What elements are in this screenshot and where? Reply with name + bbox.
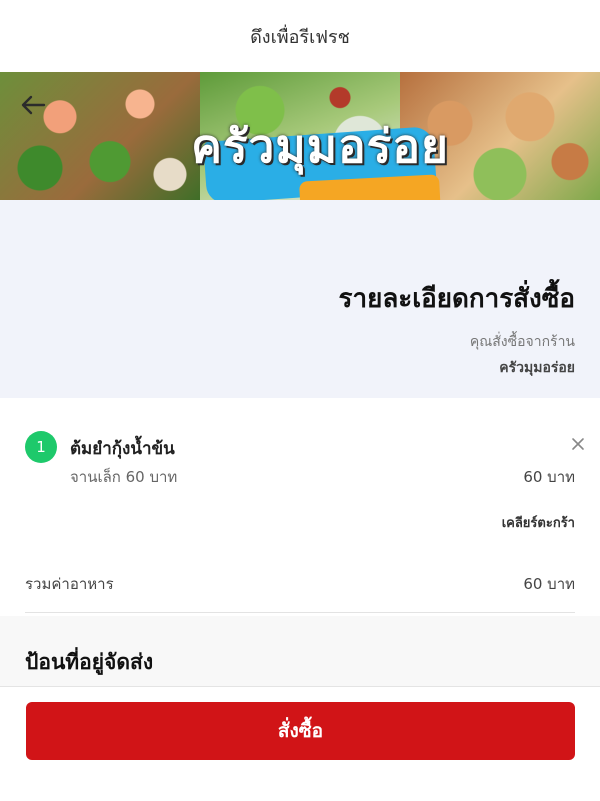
divider bbox=[25, 612, 575, 613]
pull-to-refresh-label: ดึงเพื่อรีเฟรช bbox=[0, 0, 600, 72]
restaurant-logo-text: ครัวมุมอร่อย bbox=[191, 119, 449, 173]
cart-section: 1 ต้มยำกุ้งน้ำข้น จานเล็ก 60 บาท 60 บาท … bbox=[0, 398, 600, 616]
item-option: จานเล็ก 60 บาท bbox=[70, 468, 178, 486]
delivery-address-section: ป้อนที่อยู่จัดส่ง bbox=[0, 616, 600, 686]
delivery-address-heading: ป้อนที่อยู่จัดส่ง bbox=[25, 650, 154, 674]
quantity-badge: 1 bbox=[25, 431, 57, 463]
page-title: รายละเอียดการสั่งซื้อ bbox=[338, 284, 575, 314]
ordered-from-label: คุณสั่งซื้อจากร้าน bbox=[469, 334, 575, 350]
close-icon[interactable] bbox=[570, 436, 586, 452]
shop-name: ครัวมุมอร่อย bbox=[499, 360, 575, 376]
food-total-label: รวมค่าอาหาร bbox=[25, 575, 114, 593]
clear-cart-button[interactable]: เคลียร์ตะกร้า bbox=[502, 512, 575, 533]
arrow-left-icon[interactable] bbox=[18, 90, 48, 120]
item-name: ต้มยำกุ้งน้ำข้น bbox=[70, 439, 175, 459]
food-total-value: 60 บาท bbox=[523, 575, 575, 593]
place-order-button[interactable]: สั่งซื้อ bbox=[26, 702, 575, 760]
restaurant-banner: ครัวมุมอร่อย bbox=[0, 72, 600, 200]
checkout-footer: สั่งซื้อ bbox=[0, 686, 600, 801]
item-price: 60 บาท bbox=[523, 468, 575, 486]
order-summary-section: รายละเอียดการสั่งซื้อ คุณสั่งซื้อจากร้าน… bbox=[0, 200, 600, 398]
